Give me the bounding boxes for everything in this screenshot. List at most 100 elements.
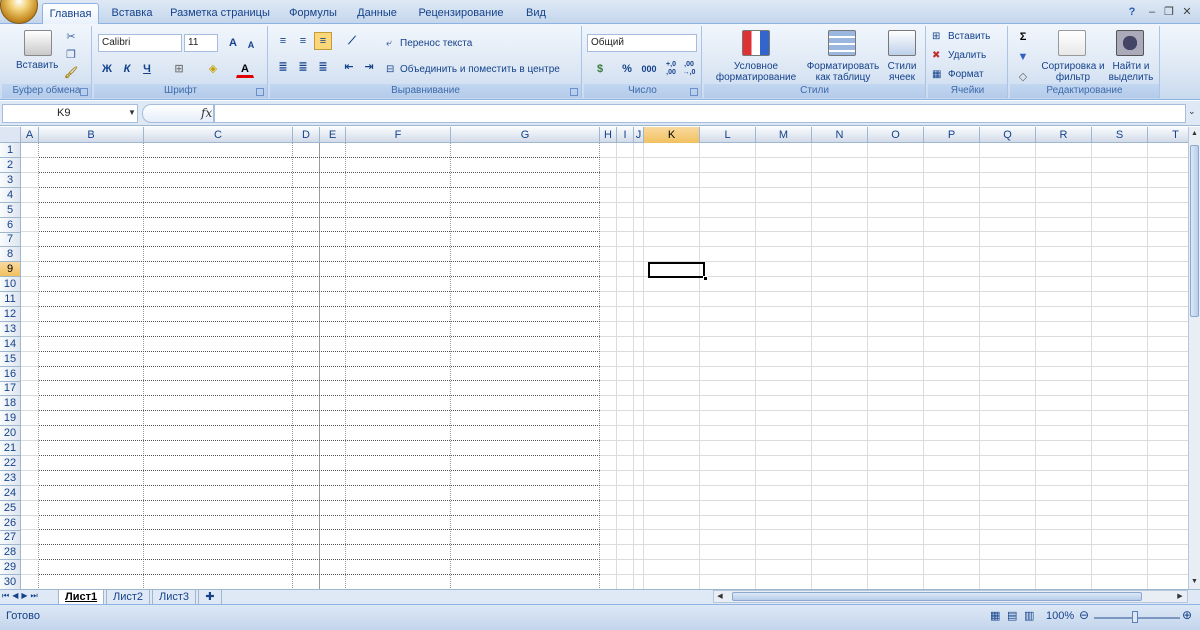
percent-button[interactable]: % — [618, 60, 636, 78]
zoom-slider-thumb[interactable] — [1132, 611, 1138, 623]
column-header-c[interactable]: C — [144, 127, 293, 143]
tab-page-layout[interactable]: Разметка страницы — [166, 3, 274, 24]
help-icon[interactable]: ? — [1125, 5, 1139, 19]
cut-icon[interactable]: ✂ — [62, 28, 80, 46]
column-header-q[interactable]: Q — [980, 127, 1036, 143]
column-header-d[interactable]: D — [293, 127, 320, 143]
formula-expand-icon[interactable]: ⌄ — [1188, 106, 1196, 117]
bold-button[interactable]: Ж — [98, 60, 116, 78]
column-header-g[interactable]: G — [451, 127, 600, 143]
clipboard-launcher-icon[interactable] — [80, 88, 88, 96]
insert-cells-button[interactable]: Вставить — [948, 31, 990, 42]
column-header-a[interactable]: A — [21, 127, 39, 143]
column-header-e[interactable]: E — [320, 127, 346, 143]
row-header-8[interactable]: 8 — [0, 247, 21, 263]
font-size-select[interactable]: 11 — [184, 34, 218, 52]
row-header-30[interactable]: 30 — [0, 575, 21, 591]
scroll-left-icon[interactable]: ◀ — [714, 591, 726, 602]
copy-icon[interactable]: ❐ — [62, 46, 80, 64]
underline-button[interactable]: Ч — [138, 60, 156, 78]
number-launcher-icon[interactable] — [690, 88, 698, 96]
vertical-scroll-thumb[interactable] — [1190, 145, 1199, 317]
row-header-29[interactable]: 29 — [0, 560, 21, 576]
fill-handle[interactable] — [703, 276, 708, 281]
tab-insert[interactable]: Вставка — [104, 3, 160, 24]
tab-home[interactable]: Главная — [42, 3, 99, 25]
font-color-button[interactable]: A — [236, 60, 254, 78]
zoom-level[interactable]: 100% — [1046, 610, 1074, 622]
row-header-27[interactable]: 27 — [0, 530, 21, 546]
align-right-icon[interactable]: ≣ — [314, 58, 332, 76]
row-header-2[interactable]: 2 — [0, 157, 21, 173]
conditional-format-button[interactable]: Условное форматирование — [708, 61, 804, 83]
align-center-icon[interactable]: ≣ — [294, 58, 312, 76]
wrap-text-button[interactable]: Перенос текста — [400, 38, 472, 49]
increase-decimal-button[interactable]: +,0 ,00 — [662, 60, 680, 78]
alignment-launcher-icon[interactable] — [570, 88, 578, 96]
row-header-20[interactable]: 20 — [0, 426, 21, 442]
column-header-f[interactable]: F — [346, 127, 451, 143]
row-header-6[interactable]: 6 — [0, 217, 21, 233]
column-header-m[interactable]: M — [756, 127, 812, 143]
zoom-in-icon[interactable]: ⊕ — [1182, 608, 1192, 622]
scroll-up-icon[interactable]: ▲ — [1189, 127, 1200, 140]
formula-input[interactable] — [214, 104, 1186, 123]
restore-icon[interactable]: ❐ — [1162, 5, 1176, 19]
insert-function-button[interactable]: fx — [201, 106, 212, 120]
sheet-tab-2[interactable]: Лист2 — [106, 590, 151, 605]
align-middle-icon[interactable]: ≡ — [294, 32, 312, 50]
font-launcher-icon[interactable] — [256, 88, 264, 96]
align-top-icon[interactable]: ≡ — [274, 32, 292, 50]
fill-color-icon[interactable]: ◈ — [204, 60, 222, 78]
align-left-icon[interactable]: ≣ — [274, 58, 292, 76]
tab-formulas[interactable]: Формулы — [283, 3, 343, 24]
orientation-icon[interactable]: ⟋ — [340, 32, 364, 50]
horizontal-scroll-thumb[interactable] — [732, 592, 1142, 601]
row-header-25[interactable]: 25 — [0, 500, 21, 516]
number-format-select[interactable]: Общий — [587, 34, 697, 52]
column-header-o[interactable]: O — [868, 127, 924, 143]
row-header-11[interactable]: 11 — [0, 292, 21, 307]
view-normal-icon[interactable]: ▦ — [990, 609, 1000, 622]
column-header-h[interactable]: H — [600, 127, 617, 143]
row-header-15[interactable]: 15 — [0, 351, 21, 367]
row-header-18[interactable]: 18 — [0, 396, 21, 412]
sheet-nav-icon[interactable]: ⏮◀▶⏭ — [2, 591, 41, 601]
row-header-14[interactable]: 14 — [0, 336, 21, 352]
view-page-break-icon[interactable]: ▥ — [1024, 609, 1034, 622]
row-header-16[interactable]: 16 — [0, 366, 21, 382]
row-header-19[interactable]: 19 — [0, 411, 21, 427]
column-header-b[interactable]: B — [39, 127, 144, 143]
name-box[interactable]: K9 — [2, 104, 138, 123]
row-header-4[interactable]: 4 — [0, 187, 21, 203]
column-header-p[interactable]: P — [924, 127, 980, 143]
minimize-icon[interactable]: – — [1145, 5, 1159, 19]
column-header-l[interactable]: L — [700, 127, 756, 143]
row-header-5[interactable]: 5 — [0, 202, 21, 218]
column-header-r[interactable]: R — [1036, 127, 1092, 143]
fill-icon[interactable]: ▼ — [1014, 48, 1032, 66]
row-header-28[interactable]: 28 — [0, 545, 21, 561]
column-header-j[interactable]: J — [634, 127, 644, 143]
row-header-24[interactable]: 24 — [0, 485, 21, 501]
horizontal-scrollbar[interactable]: ◀ ▶ — [713, 590, 1188, 603]
row-header-22[interactable]: 22 — [0, 455, 21, 471]
row-header-12[interactable]: 12 — [0, 306, 21, 322]
row-header-1[interactable]: 1 — [0, 143, 21, 158]
format-table-button[interactable]: Форматировать как таблицу — [806, 61, 880, 83]
row-header-7[interactable]: 7 — [0, 232, 21, 248]
scroll-down-icon[interactable]: ▼ — [1189, 575, 1200, 588]
row-header-23[interactable]: 23 — [0, 470, 21, 486]
office-button[interactable] — [0, 0, 38, 24]
select-all-button[interactable] — [0, 127, 21, 143]
align-bottom-icon[interactable]: ≡ — [314, 32, 332, 50]
paste-button[interactable]: Вставить — [16, 60, 58, 71]
find-select-button[interactable]: Найти и выделить — [1104, 61, 1158, 83]
borders-icon[interactable]: ⊞ — [170, 60, 188, 78]
autosum-button[interactable]: Σ — [1014, 28, 1032, 46]
close-icon[interactable]: ✕ — [1180, 5, 1194, 19]
row-header-10[interactable]: 10 — [0, 277, 21, 293]
format-cells-button[interactable]: Формат — [948, 69, 984, 80]
format-painter-icon[interactable]: 🖌 — [62, 64, 80, 82]
row-header-3[interactable]: 3 — [0, 172, 21, 188]
